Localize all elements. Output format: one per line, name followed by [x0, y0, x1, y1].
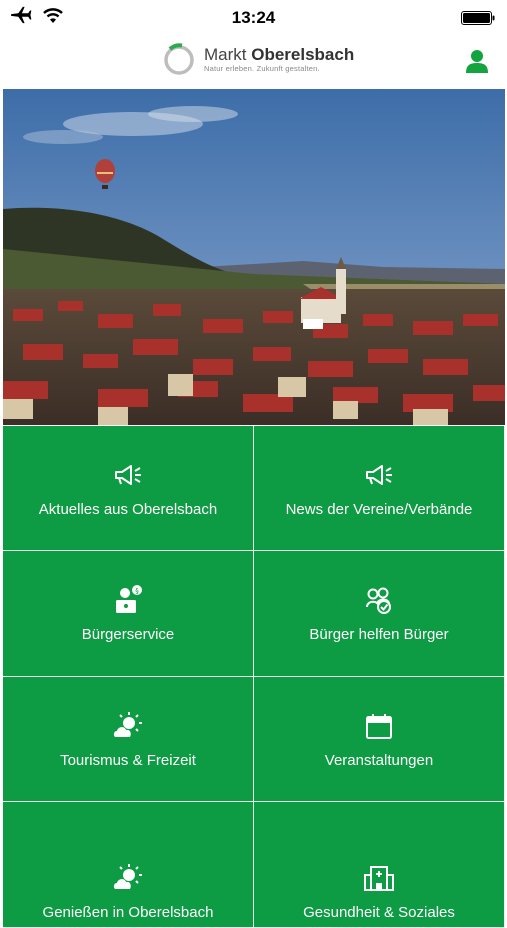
brand-tagline: Natur erleben. Zukunft gestalten. — [204, 64, 320, 73]
app-header: Markt Oberelsbach Natur erleben. Zukunft… — [0, 36, 507, 88]
megaphone-icon — [366, 464, 392, 485]
tile-label: Bürgerservice — [81, 626, 175, 643]
logo[interactable]: Markt Oberelsbach Natur erleben. Zukunft… — [162, 42, 354, 76]
calendar-icon — [366, 713, 392, 739]
tile-tourismus[interactable]: Tourismus & Freizeit — [3, 677, 254, 802]
sun-cloud-icon — [113, 864, 142, 889]
people-help-icon — [366, 587, 391, 614]
brand-name: Markt Oberelsbach — [204, 45, 355, 64]
tile-label: Bürger helfen Bürger — [309, 626, 449, 643]
tile-buergerservice[interactable]: § Bürgerservice — [3, 551, 254, 677]
status-time: 13:24 — [231, 8, 276, 27]
tile-veranstaltungen[interactable]: Veranstaltungen — [254, 677, 505, 802]
hospital-icon — [364, 866, 394, 891]
battery-icon — [461, 11, 495, 25]
tile-buerger-helfen[interactable]: Bürger helfen Bürger — [254, 551, 505, 677]
tile-label: Veranstaltungen — [324, 751, 434, 769]
tile-gesundheit[interactable]: Gesundheit & Soziales — [254, 802, 505, 928]
logo-ring-icon — [164, 43, 194, 75]
tile-news-vereine[interactable]: News der Vereine/Verbände — [254, 426, 505, 551]
tile-label: Genießen in Oberelsbach — [42, 904, 214, 921]
tile-label: News der Vereine/Verbände — [285, 500, 473, 518]
citizen-service-icon: § — [116, 585, 142, 613]
tile-geniessen[interactable]: Genießen in Oberelsbach — [3, 802, 254, 928]
tile-aktuelles[interactable]: Aktuelles aus Oberelsbach — [3, 426, 254, 551]
tile-label: Gesundheit & Soziales — [303, 904, 455, 921]
main-menu-grid: Aktuelles aus Oberelsbach News der Verei… — [3, 426, 505, 928]
tile-label: Tourismus & Freizeit — [60, 751, 196, 769]
tile-label: Aktuelles aus Oberelsbach — [38, 500, 218, 518]
user-icon[interactable] — [465, 48, 489, 74]
hero-image — [3, 89, 505, 425]
svg-text:§: § — [135, 587, 139, 595]
megaphone-icon — [115, 464, 141, 485]
status-bar: 13:24 — [0, 0, 507, 36]
village-panorama-image — [3, 89, 505, 425]
sun-cloud-icon — [113, 711, 142, 737]
